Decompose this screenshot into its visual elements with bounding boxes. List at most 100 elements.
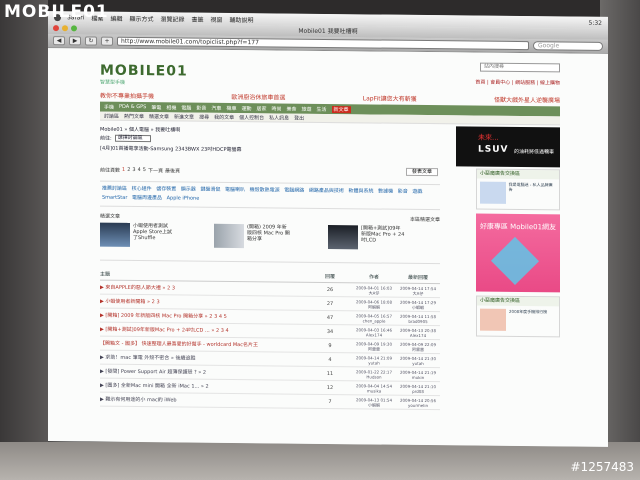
pager-page[interactable]: 1 [122,167,125,173]
thread-title[interactable]: ▶ 難示有何用途的小 mac的 iWeb [100,396,308,405]
featured-thumbnail[interactable] [214,223,244,249]
forum-link[interactable]: 遊戲 [412,189,422,195]
column-last-reply[interactable]: 最新回覆 [396,274,440,281]
thread-author[interactable]: 2009-04-13 01:54 小蝦蝦 [352,397,396,407]
pager-page[interactable]: 5 [143,167,146,173]
nav-item[interactable]: 生活 [317,105,327,112]
thread-author-name[interactable]: 阿蝦蝦 [368,304,380,309]
site-search-input[interactable]: 站內搜尋 [480,62,560,73]
subnav-item[interactable]: 精選文章 [149,113,169,120]
nav-item[interactable]: 居家 [256,105,266,112]
site-logo[interactable]: MOBILE01 [100,63,188,80]
forum-link[interactable]: 軟體與系統 [348,188,373,194]
thread-last-reply[interactable]: 2009-04-14 20:56 yourmelin [396,397,440,407]
pager-last[interactable]: 最後頁 [165,167,180,174]
thread-last-user[interactable]: 阿雷雷 [412,346,424,351]
sidebar-mini-ad[interactable]: 我是電腦迷 - 私人品牌廣告 [477,179,559,210]
thread-title[interactable]: ▶ 來自APPLE的惡人節大禮 » 2 3 [100,284,308,293]
forum-link[interactable]: 核心組件 [132,186,152,192]
featured-thumbnail[interactable] [328,225,358,250]
subnav-item[interactable]: 個人控制台 [239,114,264,121]
featured-text[interactable]: [開箱+測試]09年新版Mac Pro + 24吋LCD [361,225,405,243]
banner-ad[interactable]: 未來... LSUV 的油耗將低過轎車 [456,126,560,168]
menubar-clock[interactable]: 5:32 [589,19,602,26]
thread-author[interactable]: 2009-04-14 21:09 yutah [352,355,396,365]
sidebar-mini-thumbnail[interactable] [480,181,506,204]
sidebar-mini-text[interactable]: 2008年度手機排行榜 [509,309,547,333]
forum-link[interactable]: 數據機 [378,189,393,195]
thread-author[interactable]: 2009-04-01 16:03 大A仔 [352,285,396,295]
nav-item[interactable]: 影音 [196,104,206,111]
promo-link[interactable]: LapFit讓您大有斬獲 [363,93,417,105]
thread-title[interactable]: ▶ [開箱] 2009 年新版四核 Mac Pro 開箱分享 » 2 3 4 5 [100,312,308,321]
column-author[interactable]: 作者 [352,273,396,280]
thread-row[interactable]: ▶ 難示有何用途的小 mac的 iWeb 7 2009-04-13 01:54 小蝦蝦… [100,392,440,411]
thread-title[interactable]: ▶ 求助！mac 筆電 外殼不密合 » 後續追蹤 [100,354,308,363]
add-bookmark-icon[interactable]: + [101,36,113,46]
promo-link[interactable]: 歐洲廚浴休旅車首選 [231,92,285,104]
subnav-item[interactable]: 我的文章 [214,113,234,120]
forum-link[interactable]: 顯示器 [181,186,196,192]
forum-link[interactable]: 影音 [398,189,408,195]
subnav-item[interactable]: 私人訊息 [269,114,289,121]
nav-item[interactable]: PDA & GPS [119,104,146,110]
menu-view[interactable]: 顯示方式 [129,13,153,22]
subnav-item[interactable]: 搜尋 [199,113,209,120]
thread-author-name[interactable]: 大A仔 [369,290,380,295]
featured-text[interactable]: (開箱) 2009 年新版四核 Mac Pro 開箱分享 [247,224,291,242]
thread-author[interactable]: 2009-01-22 22:17 Hudson [352,369,396,379]
thread-author-name[interactable]: Hudson [366,374,381,379]
nav-item[interactable]: 旅遊 [302,105,312,112]
subnav-item[interactable]: 討論區 [104,112,119,119]
menu-edit[interactable]: 編輯 [110,13,122,22]
new-post-button[interactable]: 發表文章 [406,167,438,177]
nav-item[interactable]: 相機 [166,104,176,111]
thread-author[interactable]: 2009-04-05 16:57 chen_apple [352,313,396,323]
nav-item[interactable]: 筆電 [151,104,161,111]
thread-last-reply[interactable]: 2009-04-14 11:58 brad0905 [396,313,440,323]
thread-last-reply[interactable]: 2009-04-14 21:30 yutah [396,355,440,365]
thread-last-user[interactable]: 大A仔 [413,290,424,295]
forum-link[interactable]: SmartStar [102,195,127,201]
thread-author-name[interactable]: yutah [368,360,379,365]
forum-link[interactable]: 電腦網路 [284,188,304,194]
subnav-item[interactable]: 登出 [294,114,304,121]
goto-forum-select[interactable]: 選擇討論區 [114,134,151,143]
subnav-item[interactable]: 新進文章 [174,113,194,120]
thread-title[interactable]: ▶ [圖多] 全新Mac mini 開箱 全新 iMac 1... » 2 [100,382,308,391]
featured-more-link[interactable]: 本區精選文章 [410,216,440,223]
close-window-icon[interactable] [53,25,59,32]
thread-last-reply[interactable]: 2009-04-14 17:54 大A仔 [396,285,440,295]
zoom-window-icon[interactable] [71,25,77,32]
forum-link[interactable]: 儲存裝置 [156,186,176,192]
sidebar-mini-thumbnail[interactable] [480,308,506,331]
promo-link[interactable]: 教你不專業拍攝手機 [100,91,154,103]
promo-link[interactable]: 怪獸大戲外星人逆襲廣場 [494,95,560,107]
thread-author-name[interactable]: musika [367,388,381,393]
thread-author[interactable]: 2009-04-03 16:46 Alex174 [352,327,396,337]
forward-arrow-icon[interactable]: ▶ [69,36,81,46]
thread-author[interactable]: 2009-04-09 19:30 阿雷雷 [352,341,396,351]
thread-last-reply[interactable]: 2009-04-13 20:38 Alex174 [396,327,440,337]
reload-icon[interactable]: ↻ [85,36,97,46]
thread-author-name[interactable]: 小蝦蝦 [368,402,380,407]
pager-page[interactable]: 2 [127,167,130,173]
forum-link[interactable]: 電腦喇叭 [225,187,245,193]
thread-title[interactable]: ▶ [開箱+測試]09年新版Mac Pro + 24吋LCD ... » 2 3… [100,326,308,335]
sidebar-mini-ad[interactable]: 2008年度手機排行榜 [477,306,559,337]
thread-last-user[interactable]: prd08 [412,388,424,393]
site-top-links[interactable]: 首頁 | 會員中心 | 網站服務 | 線上購物 [475,79,560,87]
pager-page[interactable]: 3 [132,167,135,173]
thread-last-user[interactable]: Alex174 [410,332,426,337]
thread-last-user[interactable]: 小蝦蝦 [412,304,424,309]
thread-last-user[interactable]: yutah [412,360,423,365]
thread-author[interactable]: 2009-04-04 14:54 musika [352,383,396,393]
forum-link[interactable]: 推薦討論區 [102,186,127,192]
nav-item[interactable]: 手機 [104,103,114,110]
thread-last-user[interactable]: mukin [412,374,424,379]
thread-title[interactable]: 【開箱文 - 國多】 快速整理人最喜愛的好幫手 - worldcard Mac名… [100,340,308,349]
nav-item[interactable]: 美食 [287,105,297,112]
featured-item[interactable]: (開箱) 2009 年新版四核 Mac Pro 開箱分享 [214,222,324,261]
featured-text[interactable]: 小蝦使用者測試Apple Store上試了Shuffle [133,223,177,241]
featured-item[interactable]: [開箱+測試]09年新版Mac Pro + 24吋LCD [328,223,438,262]
